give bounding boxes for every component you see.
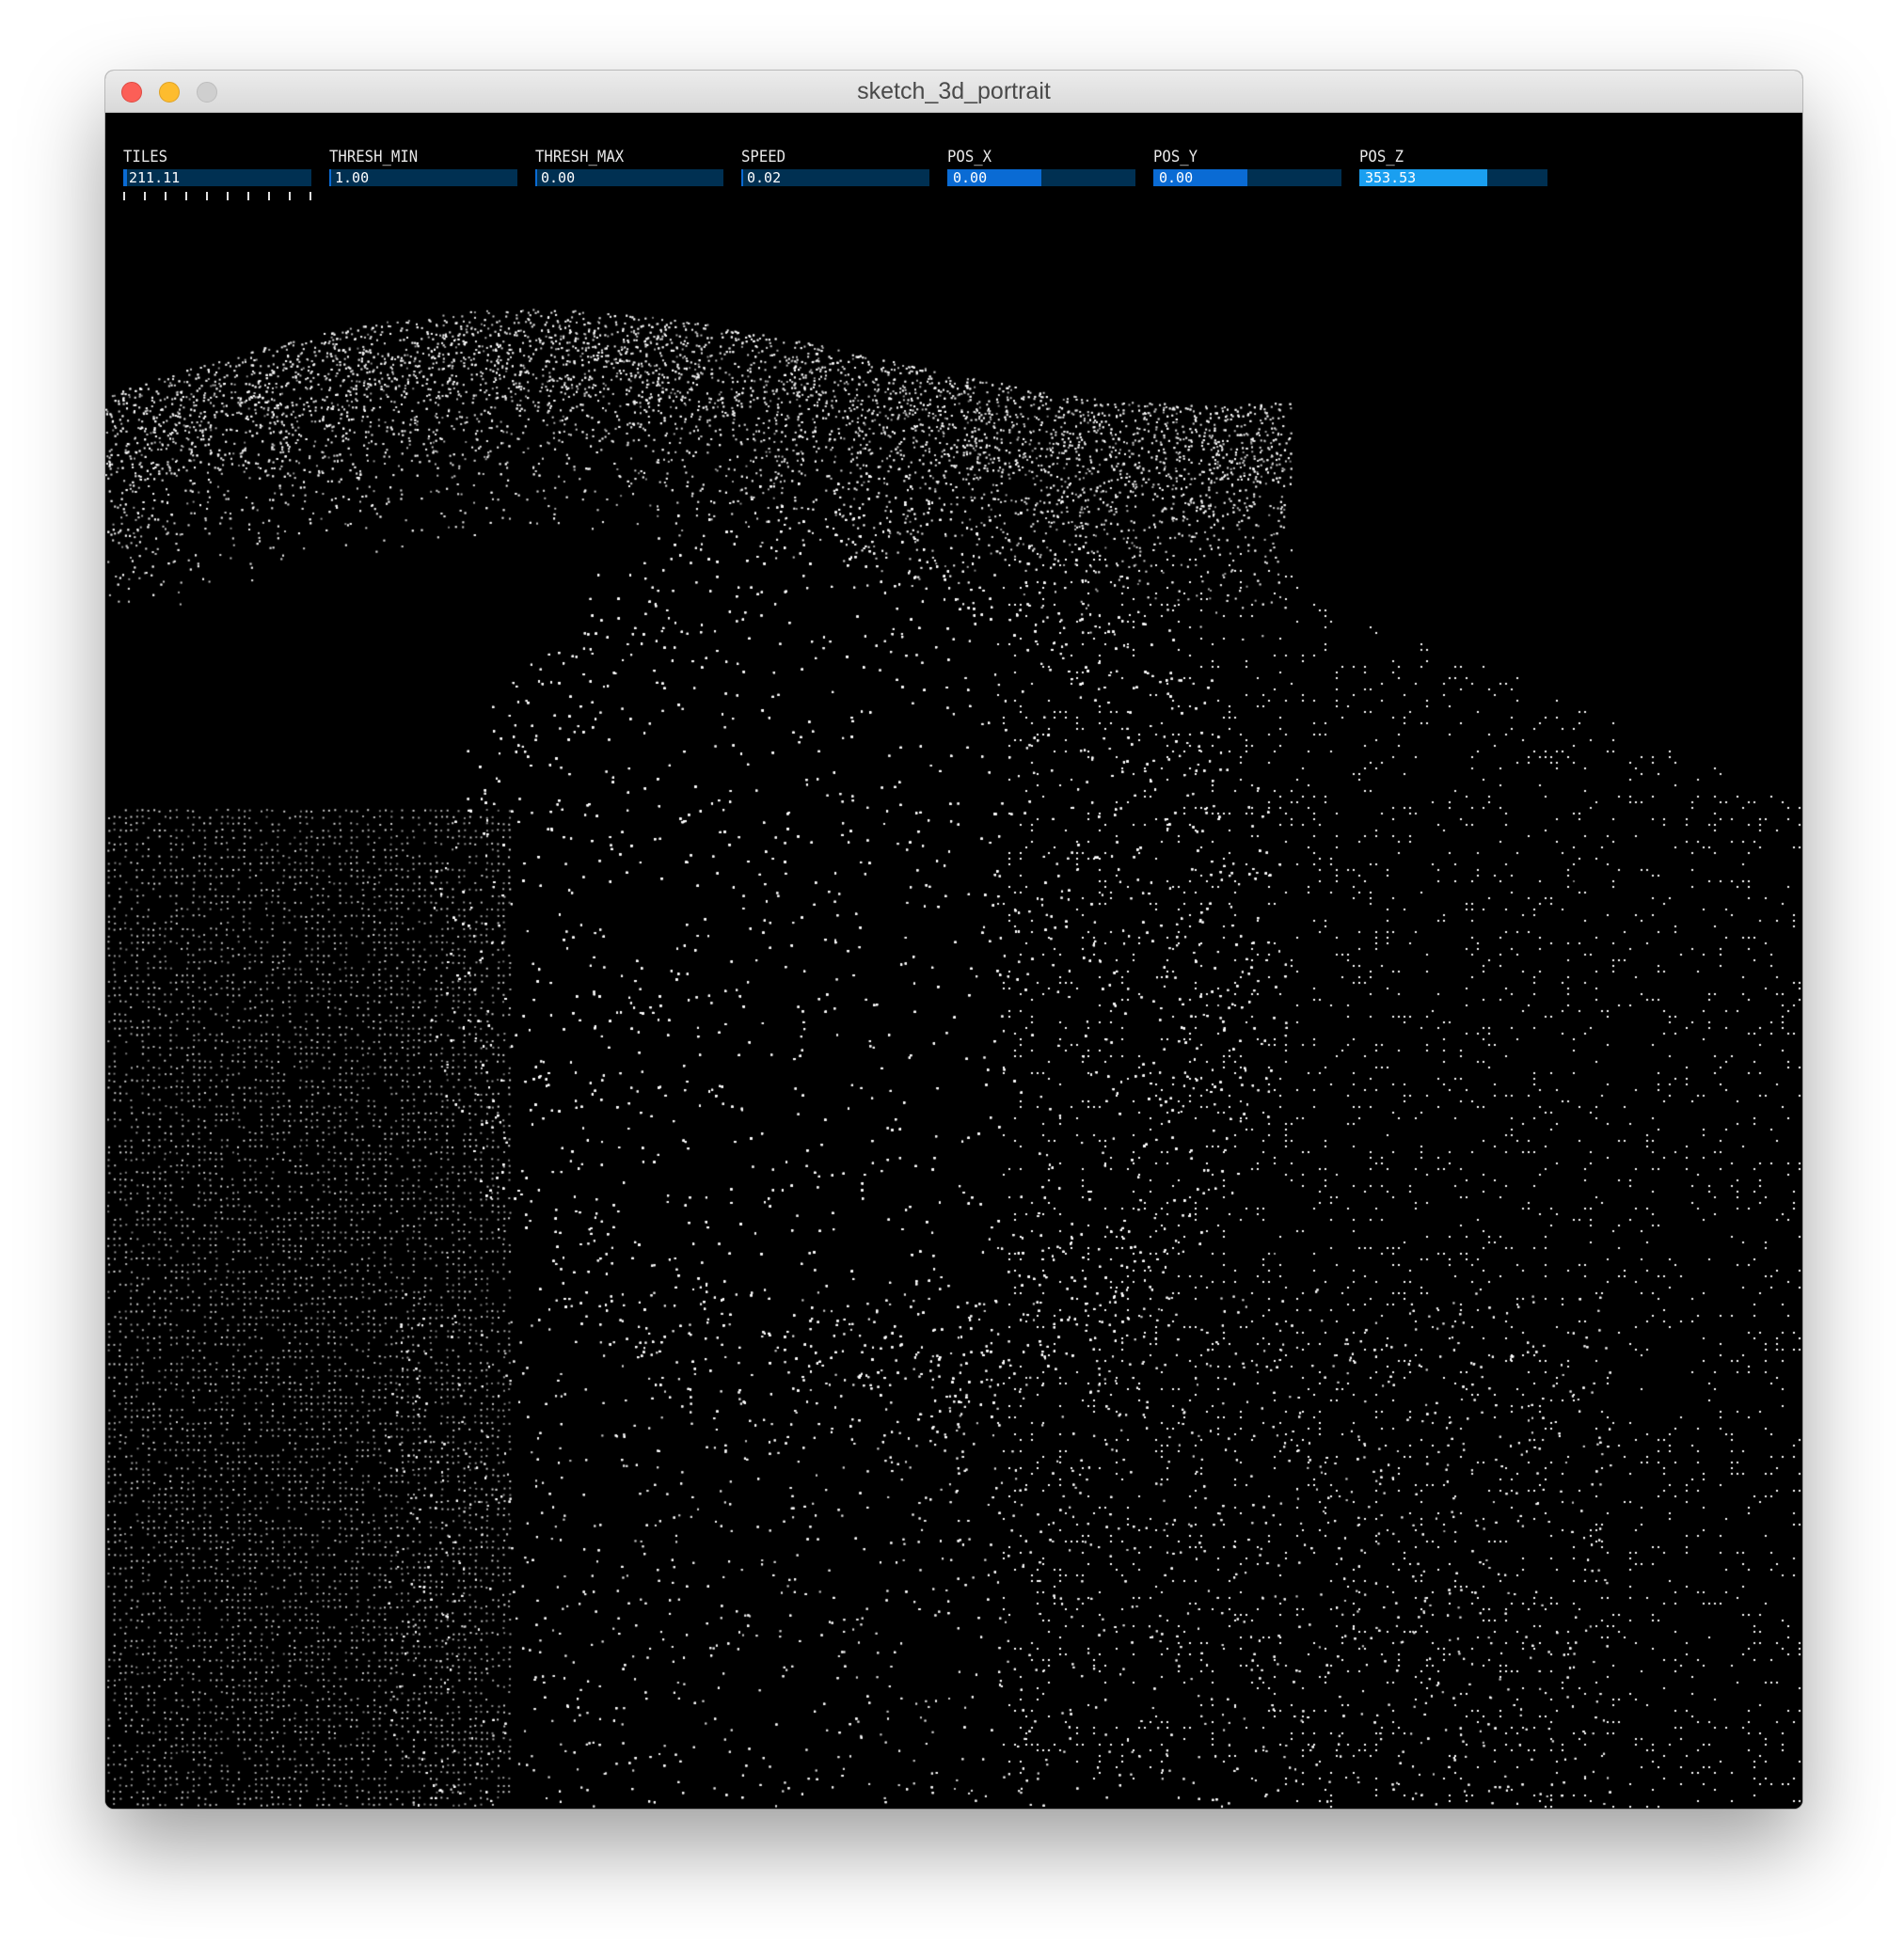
- control-label: POS_Z: [1359, 148, 1404, 166]
- sketch-canvas[interactable]: TILES 211.11 THRESH_MIN 1.00 THRESH_MAX: [105, 113, 1802, 1809]
- control-tiles: TILES 211.11: [123, 147, 311, 201]
- point-cloud-render: [105, 113, 1802, 1809]
- control-speed: SPEED 0.02: [741, 147, 929, 186]
- tick-mark: [185, 192, 187, 200]
- app-window: sketch_3d_portrait TILES 211.11 THRESH_M…: [105, 71, 1802, 1809]
- slider-value: 211.11: [129, 169, 181, 186]
- slider-fill: [123, 169, 127, 186]
- tiles-slider[interactable]: 211.11: [123, 169, 311, 186]
- tick-mark: [144, 192, 146, 200]
- slider-tick-marks: [123, 192, 311, 201]
- control-pos-y: POS_Y 0.00: [1153, 147, 1341, 186]
- control-label: SPEED: [741, 148, 786, 166]
- control-label: THRESH_MIN: [329, 148, 419, 166]
- thresh-max-slider[interactable]: 0.00: [535, 169, 723, 186]
- control-label: THRESH_MAX: [535, 148, 625, 166]
- control-label: POS_Y: [1153, 148, 1198, 166]
- pos-z-slider[interactable]: 353.53: [1359, 169, 1547, 186]
- slider-value: 353.53: [1365, 169, 1417, 186]
- thresh-min-slider[interactable]: 1.00: [329, 169, 517, 186]
- title-bar[interactable]: sketch_3d_portrait: [105, 71, 1802, 113]
- slider-fill: [535, 169, 537, 186]
- tick-mark: [123, 192, 125, 200]
- window-title: sketch_3d_portrait: [857, 78, 1051, 104]
- slider-value: 0.00: [1159, 169, 1194, 186]
- slider-fill: [329, 169, 331, 186]
- tick-mark: [289, 192, 291, 200]
- tick-mark: [227, 192, 229, 200]
- control-pos-z: POS_Z 353.53: [1359, 147, 1547, 186]
- control-label: TILES: [123, 148, 168, 166]
- slider-value: 0.02: [747, 169, 782, 186]
- pos-y-slider[interactable]: 0.00: [1153, 169, 1341, 186]
- control-panel: TILES 211.11 THRESH_MIN 1.00 THRESH_MAX: [105, 113, 1802, 301]
- control-thresh-min: THRESH_MIN 1.00: [329, 147, 517, 186]
- slider-value: 0.00: [541, 169, 576, 186]
- control-label: POS_X: [947, 148, 992, 166]
- slider-value: 1.00: [335, 169, 370, 186]
- control-pos-x: POS_X 0.00: [947, 147, 1135, 186]
- pos-x-slider[interactable]: 0.00: [947, 169, 1135, 186]
- tick-mark: [206, 192, 208, 200]
- slider-fill: [741, 169, 743, 186]
- tick-mark: [165, 192, 167, 200]
- tick-mark: [309, 192, 311, 200]
- speed-slider[interactable]: 0.02: [741, 169, 929, 186]
- control-thresh-max: THRESH_MAX 0.00: [535, 147, 723, 186]
- slider-value: 0.00: [953, 169, 988, 186]
- tick-mark: [247, 192, 249, 200]
- tick-mark: [268, 192, 270, 200]
